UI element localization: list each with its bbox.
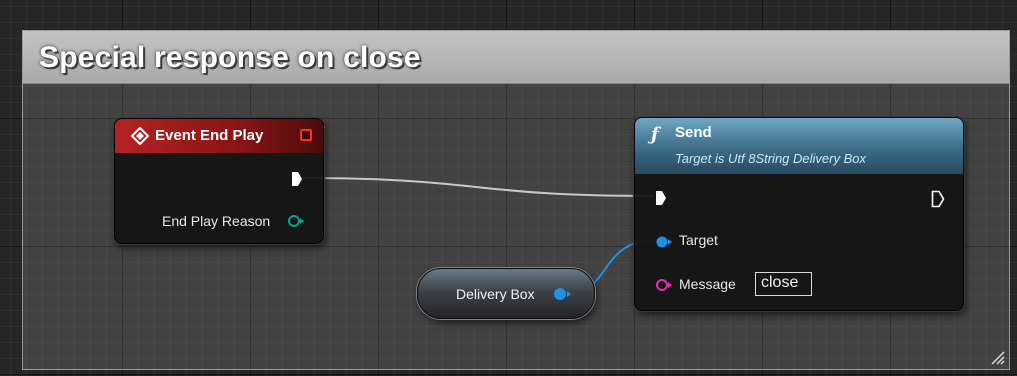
end-play-reason-pin-icon[interactable] <box>287 214 305 228</box>
exec-out-pin-icon[interactable] <box>931 190 945 208</box>
comment-title[interactable]: Special response on close <box>39 41 421 75</box>
target-pin-icon[interactable] <box>655 235 673 249</box>
end-play-reason-label: End Play Reason <box>162 213 271 229</box>
variable-out-pin-icon[interactable] <box>552 287 572 301</box>
delivery-box-variable-node[interactable]: Delivery Box <box>417 268 595 319</box>
event-diamond-icon <box>131 127 149 145</box>
send-node-header[interactable]: ƒ Send Target is Utf 8String Delivery Bo… <box>635 118 963 174</box>
exec-out-pin-icon[interactable] <box>291 171 303 187</box>
send-node-subtitle: Target is Utf 8String Delivery Box <box>675 151 866 166</box>
event-node-title: Event End Play <box>155 127 264 144</box>
event-node-header[interactable]: Event End Play <box>115 119 323 153</box>
graph-canvas[interactable]: Special response on close Event End Play… <box>0 0 1017 376</box>
resize-grip-icon[interactable] <box>989 349 1005 365</box>
send-function-node[interactable]: ƒ Send Target is Utf 8String Delivery Bo… <box>634 117 964 311</box>
event-end-play-node[interactable]: Event End Play End Play Reason <box>114 118 324 244</box>
exec-in-pin-icon[interactable] <box>655 190 667 206</box>
message-pin-icon[interactable] <box>655 278 673 292</box>
comment-header[interactable]: Special response on close <box>23 31 1009 84</box>
send-node-title: Send <box>675 124 712 141</box>
function-icon: ƒ <box>651 124 659 145</box>
message-label: Message <box>679 276 736 292</box>
target-label: Target <box>679 232 718 248</box>
delegate-pin[interactable] <box>300 129 312 141</box>
variable-label: Delivery Box <box>456 286 535 302</box>
message-input[interactable]: close <box>755 272 812 296</box>
